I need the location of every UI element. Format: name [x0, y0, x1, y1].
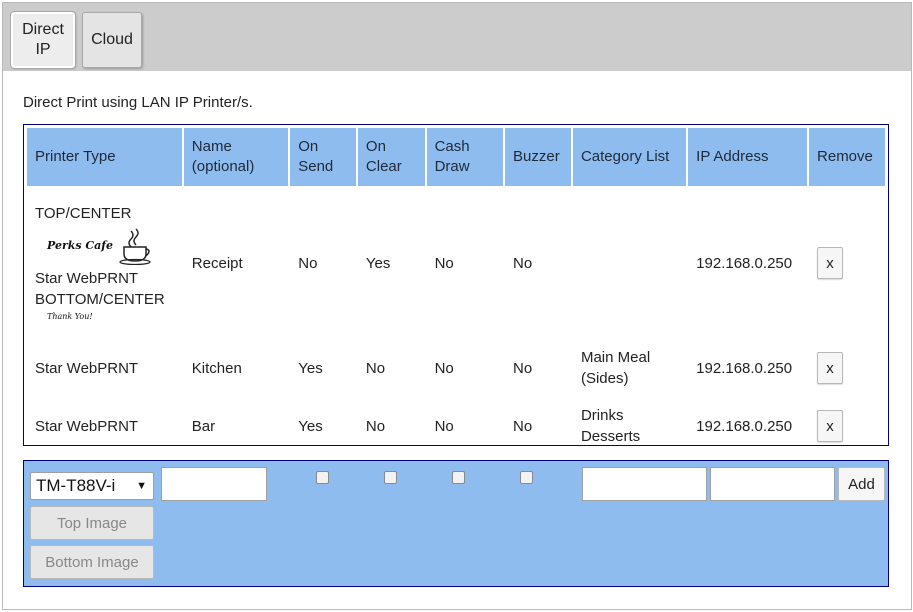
- top-image-position: TOP/CENTER: [35, 204, 132, 222]
- header-category-list: Category List: [572, 128, 687, 186]
- printer-type-cell: TOP/CENTER Perks Cafe Star WebPRNT BOTTO…: [27, 188, 182, 338]
- bottom-image-thanks: Thank You!: [47, 311, 93, 321]
- tab-direct-ip[interactable]: Direct IP: [10, 11, 76, 69]
- category-list-value: [573, 188, 686, 338]
- bottom-image-position: BOTTOM/CENTER: [35, 290, 165, 308]
- header-name: Name (optional): [183, 128, 289, 186]
- top-image-logo: Perks Cafe: [47, 224, 174, 268]
- remove-cell: x: [809, 340, 885, 396]
- bottom-image-button[interactable]: Bottom Image: [30, 545, 154, 579]
- printer-type: Star WebPRNT: [35, 269, 139, 287]
- printer-model-select[interactable]: TM-T88V-i ▼: [30, 472, 154, 500]
- printer-name-input[interactable]: [161, 467, 267, 501]
- buzzer-value: No: [513, 417, 533, 435]
- on-clear-checkbox[interactable]: [384, 471, 397, 484]
- tab-bar: Direct IP Cloud: [3, 3, 911, 71]
- header-cash-draw: Cash Draw: [426, 128, 504, 186]
- on-send-value: Yes: [298, 359, 323, 377]
- printer-type: Star WebPRNT: [35, 417, 139, 435]
- printer-table: Printer Type Name (optional) On Send On Cle…: [25, 126, 887, 456]
- ip-address-value: 192.168.0.250: [696, 359, 793, 377]
- printer-type: Star WebPRNT: [35, 359, 139, 377]
- printer-settings-frame: Direct IP Cloud Direct Print using LAN I…: [2, 2, 912, 610]
- dropdown-arrow-icon: ▼: [136, 480, 147, 492]
- remove-button[interactable]: x: [817, 352, 844, 384]
- category-list-value: Main Meal (Sides): [580, 349, 651, 387]
- add-printer-panel: TM-T88V-i ▼ Top Image Bottom Image Add: [23, 460, 889, 587]
- printer-name: Kitchen: [191, 359, 242, 377]
- header-remove: Remove: [809, 128, 885, 186]
- logo-text: Perks Cafe: [47, 239, 114, 252]
- on-send-checkbox[interactable]: [316, 471, 329, 484]
- remove-button[interactable]: x: [817, 247, 844, 279]
- header-ip-address: IP Address: [688, 128, 808, 186]
- tab-cloud[interactable]: Cloud: [82, 12, 142, 68]
- buzzer-value: No: [513, 359, 533, 377]
- printer-name: Bar: [191, 417, 216, 435]
- ip-address-value: 192.168.0.250: [696, 254, 793, 272]
- ip-address-input[interactable]: [710, 467, 835, 501]
- table-row: Star WebPRNT Bar Yes No No No Drinks Dess…: [27, 398, 885, 454]
- buzzer-checkbox[interactable]: [520, 471, 533, 484]
- add-printer-button[interactable]: Add: [838, 467, 885, 501]
- header-on-send: On Send: [290, 128, 356, 186]
- remove-cell: x: [809, 398, 885, 454]
- header-on-clear: On Clear: [357, 128, 425, 186]
- tab-direct-ip-label: Direct IP: [22, 21, 64, 58]
- category-list-value: Drinks Desserts: [580, 407, 641, 445]
- header-buzzer: Buzzer: [505, 128, 571, 186]
- on-clear-value: No: [365, 359, 386, 377]
- on-send-value: No: [298, 254, 318, 272]
- cash-draw-checkbox[interactable]: [452, 471, 465, 484]
- on-clear-value: Yes: [365, 254, 391, 272]
- table-row: Star WebPRNT Kitchen Yes No No No Main M…: [27, 340, 885, 396]
- printer-name: Receipt: [191, 254, 243, 272]
- page-description: Direct Print using LAN IP Printer/s.: [23, 94, 253, 111]
- tab-cloud-label: Cloud: [91, 31, 133, 48]
- buzzer-value: No: [513, 254, 533, 272]
- ip-address-value: 192.168.0.250: [696, 417, 793, 435]
- on-send-value: Yes: [298, 417, 323, 435]
- table-row: TOP/CENTER Perks Cafe Star WebPRNT BOTTO…: [27, 188, 885, 338]
- header-printer-type: Printer Type: [27, 128, 182, 186]
- cash-draw-value: No: [434, 254, 454, 272]
- top-image-button[interactable]: Top Image: [30, 506, 154, 540]
- on-clear-value: No: [365, 417, 386, 435]
- remove-button[interactable]: x: [817, 410, 844, 442]
- remove-cell: x: [809, 188, 885, 338]
- printer-table-container: Printer Type Name (optional) On Send On Cle…: [23, 124, 889, 446]
- printer-model-value: TM-T88V-i: [36, 476, 116, 495]
- table-header-row: Printer Type Name (optional) On Send On Cle…: [27, 128, 885, 186]
- coffee-cup-icon: [119, 228, 151, 265]
- category-list-input[interactable]: [582, 467, 707, 501]
- cash-draw-value: No: [434, 417, 454, 435]
- cash-draw-value: No: [434, 359, 454, 377]
